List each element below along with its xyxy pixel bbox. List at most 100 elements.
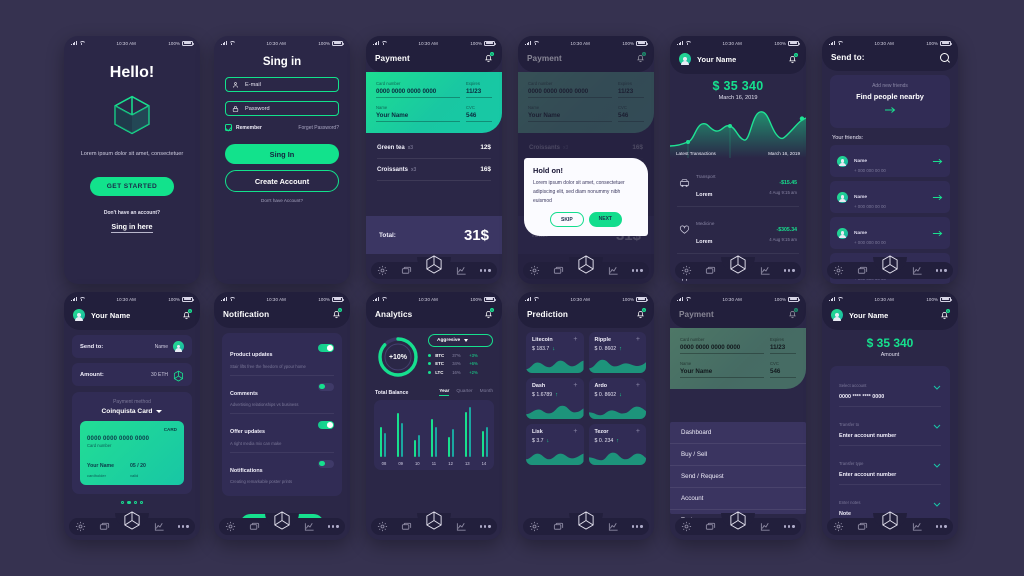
gear-icon[interactable] (833, 265, 844, 276)
friend-row[interactable]: Name + 000 000 00 00 (830, 181, 950, 213)
menu-item-dashboard[interactable]: Dashboard (670, 422, 806, 444)
hexagon-icon[interactable] (729, 254, 748, 275)
arrow-right-icon[interactable] (884, 106, 896, 114)
tab-month[interactable]: Month (480, 389, 493, 396)
cards-icon[interactable] (401, 265, 412, 276)
avatar[interactable] (679, 53, 691, 65)
friend-row[interactable]: Name + 000 000 00 00 (830, 145, 950, 177)
more-icon[interactable] (327, 525, 339, 528)
chevron-down-icon[interactable] (933, 424, 941, 429)
toggle-offer-updates[interactable] (318, 421, 334, 429)
coin-card[interactable]: Litecoin + $ 183.7 ↓ (526, 332, 584, 373)
strategy-select[interactable]: Aggresive (428, 334, 493, 347)
bell-icon[interactable]: 1 (332, 308, 342, 319)
cards-icon[interactable] (401, 521, 412, 532)
add-icon[interactable]: + (573, 428, 577, 435)
gear-icon[interactable] (225, 521, 236, 532)
cards-icon[interactable] (705, 265, 716, 276)
sign-in-button[interactable]: Sing In (225, 144, 339, 164)
gear-icon[interactable] (75, 521, 86, 532)
cards-icon[interactable] (857, 265, 868, 276)
bell-icon[interactable]: 1 (484, 52, 494, 63)
hexagon-icon[interactable] (123, 510, 142, 531)
add-icon[interactable]: + (636, 428, 640, 435)
get-started-button[interactable]: GET STARTED (90, 176, 174, 196)
cards-icon[interactable] (249, 521, 260, 532)
more-icon[interactable] (177, 525, 189, 528)
sign-in-here-link[interactable]: Sing in here (111, 222, 153, 233)
gear-icon[interactable] (529, 265, 540, 276)
avatar[interactable] (73, 309, 85, 321)
chart-icon[interactable] (760, 265, 771, 276)
chart-icon[interactable] (456, 521, 467, 532)
chart-icon[interactable] (456, 265, 467, 276)
bell-icon[interactable]: 1 (484, 308, 494, 319)
add-icon[interactable]: + (573, 382, 577, 389)
cards-icon[interactable] (99, 521, 110, 532)
gear-icon[interactable] (833, 521, 844, 532)
chart-icon[interactable] (608, 265, 619, 276)
amount-row[interactable]: Amount: 30 ETH (72, 363, 192, 386)
chart-icon[interactable] (760, 521, 771, 532)
toggle-notifications[interactable] (318, 459, 334, 468)
add-icon[interactable]: + (636, 336, 640, 343)
cards-icon[interactable] (553, 521, 564, 532)
email-field[interactable]: E-mail (225, 77, 339, 92)
tab-year[interactable]: Year (439, 389, 450, 396)
friend-row[interactable]: Name + 000 000 00 00 (830, 217, 950, 249)
chart-icon[interactable] (304, 521, 315, 532)
send-to-row[interactable]: Send to: Name (72, 335, 192, 358)
form-row-transfer-to[interactable]: Transfer to Enter account number (839, 407, 941, 446)
skip-button[interactable]: SKIP (549, 212, 584, 228)
bell-icon[interactable]: 1 (182, 309, 192, 320)
toggle-comments[interactable] (318, 382, 334, 391)
hexagon-icon[interactable] (273, 510, 292, 531)
chevron-down-icon[interactable] (933, 385, 941, 390)
search-icon[interactable] (940, 53, 949, 62)
hexagon-icon[interactable] (425, 510, 444, 531)
arrow-right-icon[interactable] (932, 194, 943, 201)
gear-icon[interactable] (529, 521, 540, 532)
more-icon[interactable] (631, 269, 643, 272)
more-icon[interactable] (479, 269, 491, 272)
remember-checkbox[interactable] (225, 124, 232, 131)
chart-icon[interactable] (608, 521, 619, 532)
hexagon-icon[interactable] (881, 254, 900, 275)
more-icon[interactable] (935, 525, 947, 528)
coin-card[interactable]: Lisk + $ 3.7 ↓ (526, 424, 584, 465)
password-field[interactable]: Password (225, 101, 339, 116)
next-button[interactable]: NEXT (588, 212, 622, 228)
bell-icon[interactable]: 1 (788, 308, 798, 319)
chart-icon[interactable] (912, 265, 923, 276)
bell-icon[interactable]: 1 (636, 308, 646, 319)
toggle-product-updates[interactable] (318, 344, 334, 352)
menu-item-send-request[interactable]: Send / Request (670, 466, 806, 488)
bell-icon[interactable]: 1 (636, 52, 646, 63)
chart-icon[interactable] (912, 521, 923, 532)
method-select[interactable]: Coinquista Card (80, 408, 184, 415)
chevron-down-icon[interactable] (933, 463, 941, 468)
arrow-right-icon[interactable] (932, 158, 943, 165)
hexagon-icon[interactable] (425, 254, 444, 275)
more-icon[interactable] (783, 269, 795, 272)
tab-quarter[interactable]: Quarter (456, 389, 472, 396)
avatar[interactable] (831, 309, 843, 321)
cards-icon[interactable] (553, 265, 564, 276)
transaction-row[interactable]: Transport Lorem -$15.45 4 Aug 9:15 am (677, 160, 799, 207)
bell-icon[interactable]: 1 (788, 53, 798, 64)
coin-card[interactable]: Ripple + $ 0. 8602 ↑ (588, 332, 646, 373)
menu-item-account[interactable]: Account (670, 488, 806, 510)
menu-item-buy-sell[interactable]: Buy / Sell (670, 444, 806, 466)
hexagon-icon[interactable] (577, 254, 596, 275)
add-icon[interactable]: + (573, 336, 577, 343)
arrow-right-icon[interactable] (932, 230, 943, 237)
bell-icon[interactable]: 1 (940, 309, 950, 320)
forget-password-link[interactable]: Forget Password? (298, 125, 339, 131)
form-row-transfer-type[interactable]: Transfer type Enter account number (839, 446, 941, 485)
cards-icon[interactable] (705, 521, 716, 532)
transaction-row[interactable]: Medicine Lorem -$305.34 4 Aug 9:15 am (677, 207, 799, 254)
more-icon[interactable] (935, 269, 947, 272)
carousel-dots[interactable] (64, 500, 200, 504)
more-icon[interactable] (479, 525, 491, 528)
hexagon-icon[interactable] (729, 510, 748, 531)
